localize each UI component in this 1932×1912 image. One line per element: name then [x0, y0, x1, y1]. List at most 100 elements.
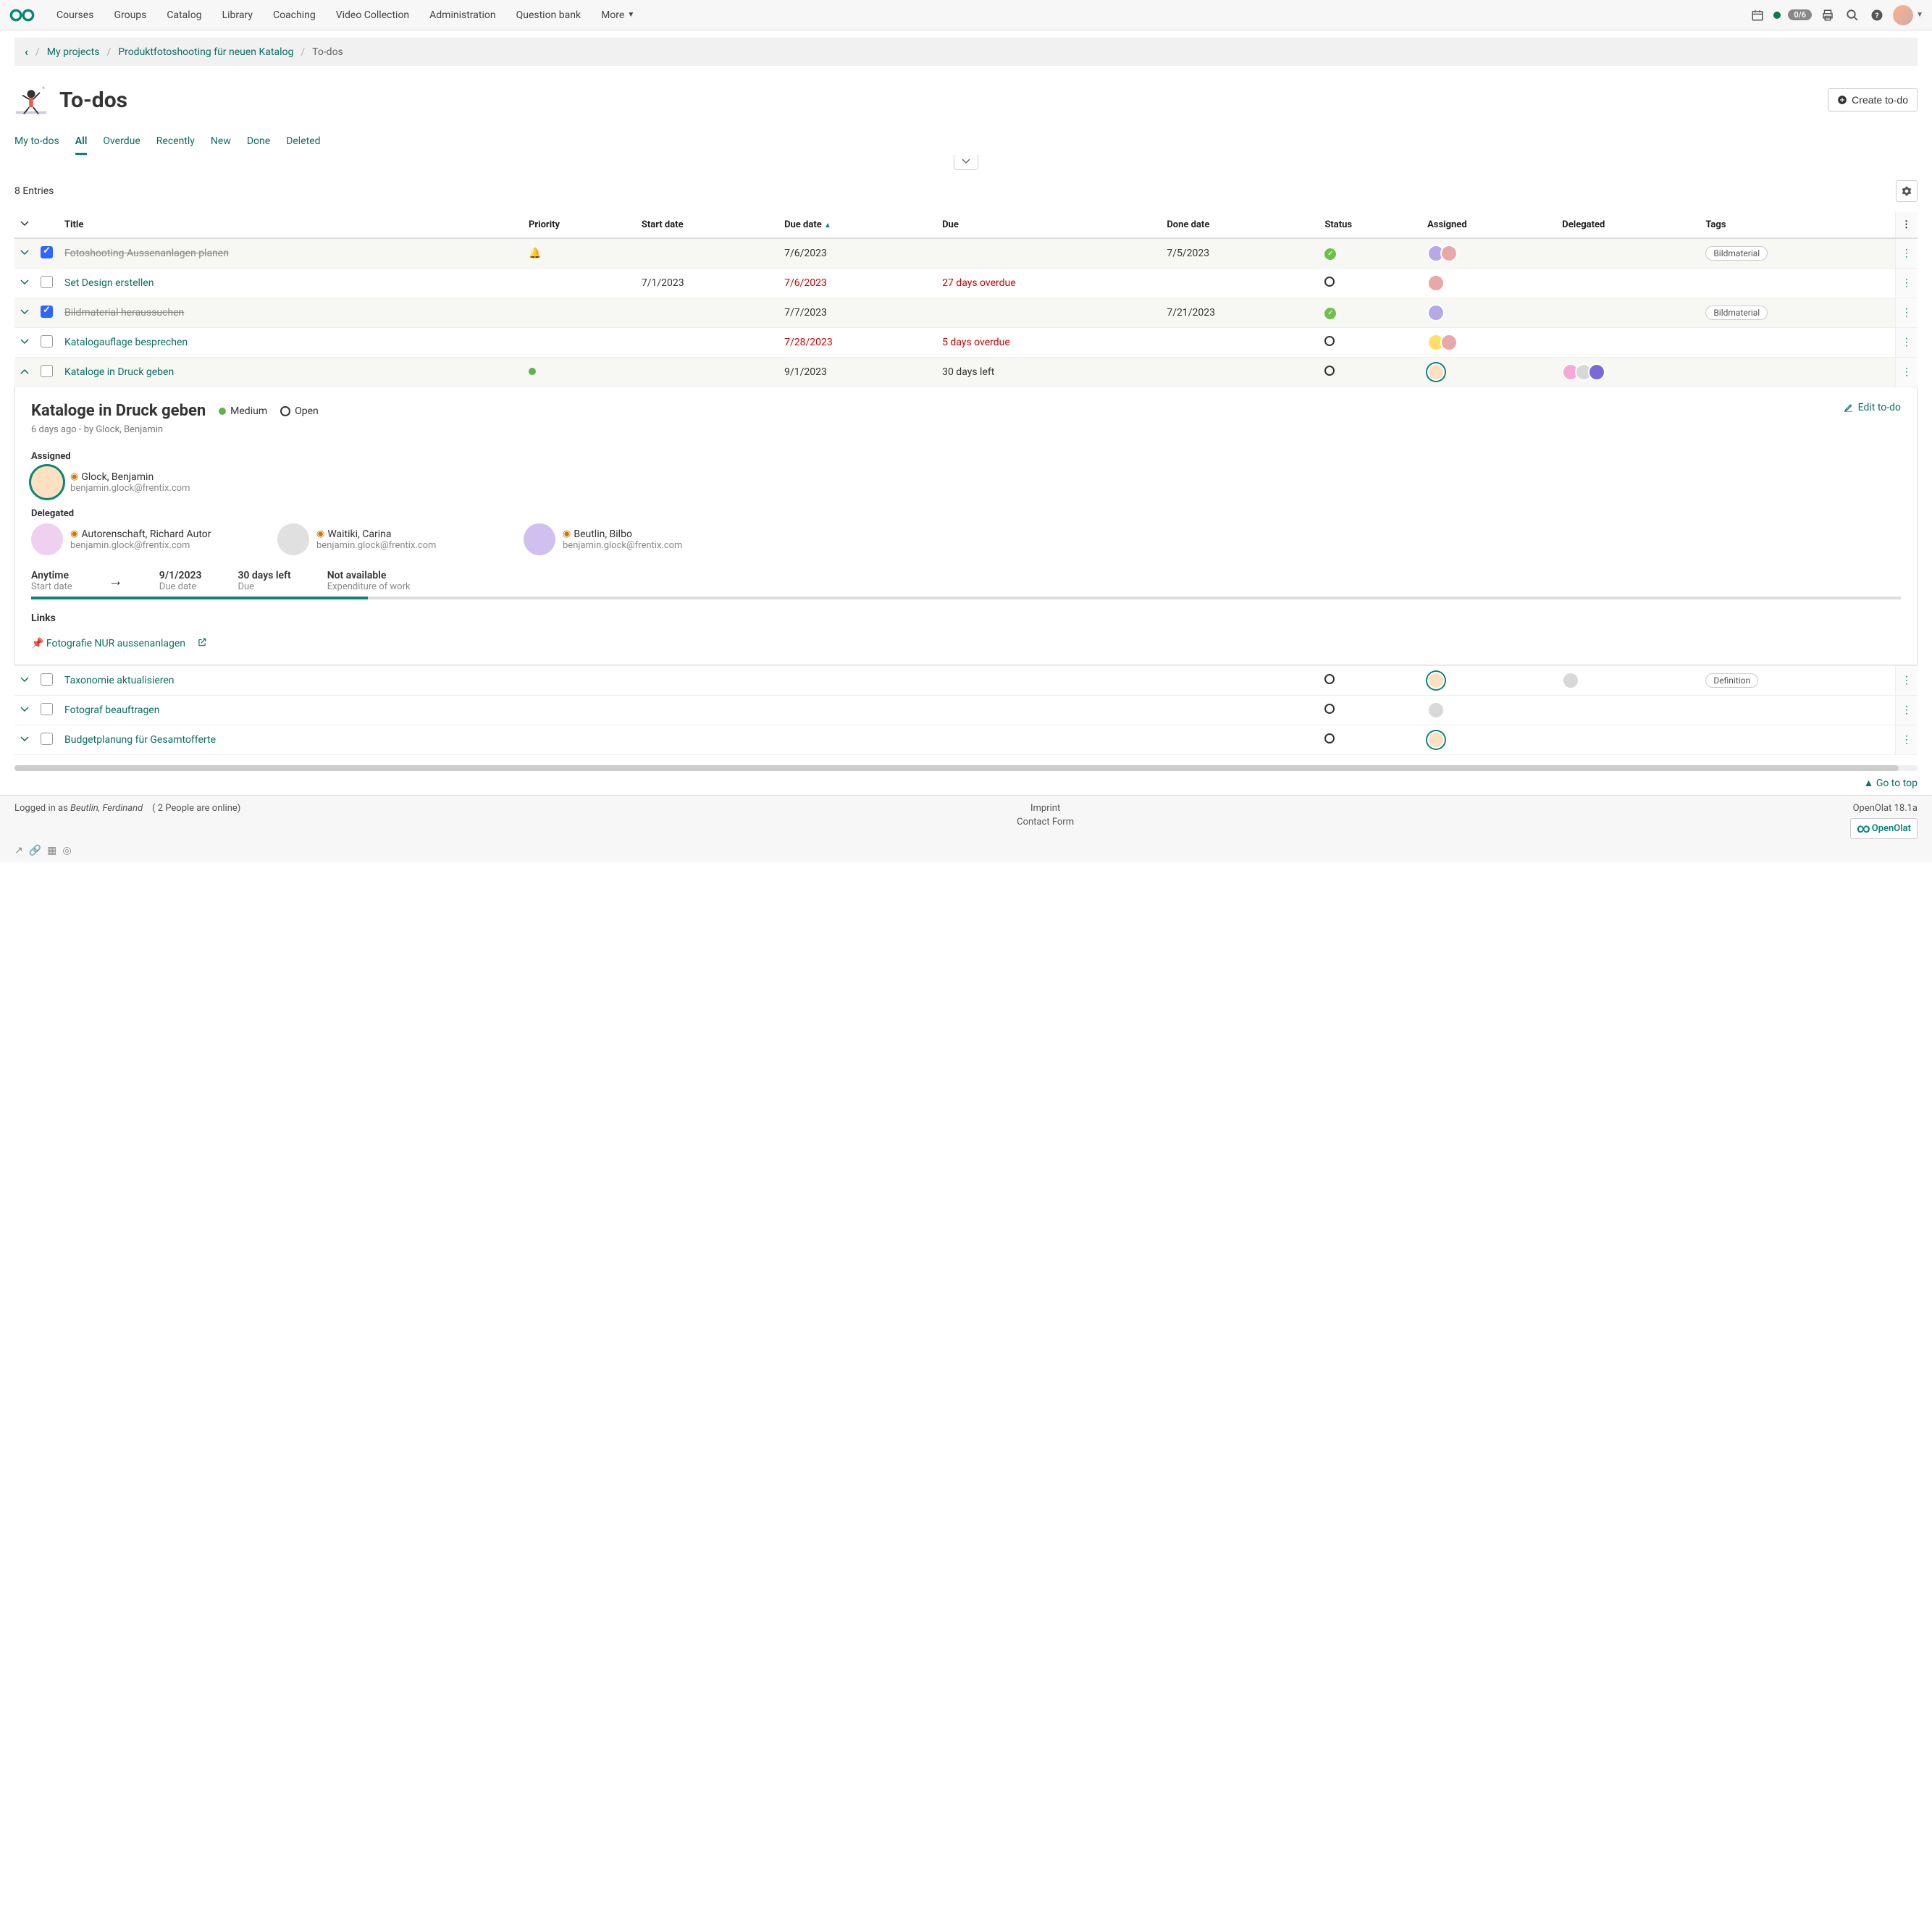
openolat-badge[interactable]: ∞ OpenOlat — [1850, 818, 1918, 839]
row-delegated — [1556, 666, 1700, 696]
row-title-link[interactable]: Taxonomie aktualisieren — [64, 675, 175, 686]
tab-done[interactable]: Done — [247, 130, 270, 155]
breadcrumb-link-0[interactable]: My projects — [47, 46, 100, 58]
qr-icon[interactable]: ▦ — [47, 845, 56, 856]
tab-deleted[interactable]: Deleted — [286, 130, 320, 155]
expand-toggle-button[interactable] — [954, 155, 978, 170]
status-open-icon — [1324, 674, 1335, 684]
col-actions[interactable]: ⋮ — [1896, 212, 1918, 238]
search-icon[interactable] — [1844, 7, 1861, 24]
row-actions[interactable]: ⋮ — [1896, 358, 1918, 387]
edit-todo-link[interactable]: Edit to-do — [1844, 402, 1901, 413]
row-assigned — [1421, 666, 1556, 696]
col-due[interactable]: Due — [936, 212, 1161, 238]
share-icon[interactable]: ↗ — [14, 845, 23, 856]
row-title-link[interactable]: Kataloge in Druck geben — [64, 366, 174, 378]
row-expand[interactable] — [14, 358, 35, 387]
row-expand[interactable] — [14, 666, 35, 696]
row-title-link[interactable]: Katalogauflage besprechen — [64, 337, 188, 348]
row-checkbox[interactable] — [41, 365, 53, 377]
row-expand[interactable] — [14, 328, 35, 358]
status-done-icon: ✓ — [1324, 308, 1336, 319]
progress-bar — [31, 597, 1901, 599]
tab-new[interactable]: New — [211, 130, 231, 155]
imprint-link[interactable]: Imprint — [1030, 803, 1060, 814]
nav-item-question-bank[interactable]: Question bank — [506, 0, 591, 30]
contact-link[interactable]: Contact Form — [1017, 817, 1074, 827]
calendar-icon[interactable] — [1749, 7, 1766, 24]
row-actions[interactable]: ⋮ — [1896, 666, 1918, 696]
row-checkbox[interactable] — [41, 733, 53, 745]
row-checkbox-cell — [35, 666, 59, 696]
row-title-link[interactable]: Fotograf beauftragen — [64, 704, 159, 716]
row-title-link[interactable]: Set Design erstellen — [64, 277, 154, 289]
tab-all[interactable]: All — [75, 130, 88, 155]
row-expand[interactable] — [14, 298, 35, 328]
detail-title: Kataloge in Druck geben — [31, 402, 206, 420]
col-duedate[interactable]: Due date ▲ — [778, 212, 936, 238]
col-donedate[interactable]: Done date — [1161, 212, 1319, 238]
print-icon[interactable] — [1819, 7, 1836, 24]
row-expand[interactable] — [14, 696, 35, 725]
nav-item-library[interactable]: Library — [212, 0, 263, 30]
row-checkbox[interactable] — [41, 673, 53, 686]
row-expand[interactable] — [14, 238, 35, 269]
nav-item-catalog[interactable]: Catalog — [156, 0, 211, 30]
create-todo-button[interactable]: Create to-do — [1828, 88, 1918, 111]
logged-in-user[interactable]: Beutlin, Ferdinand — [70, 803, 143, 814]
row-donedate — [1161, 269, 1319, 298]
delegated-label: Delegated — [31, 508, 1901, 519]
col-status[interactable]: Status — [1319, 212, 1421, 238]
row-checkbox[interactable] — [41, 276, 53, 288]
go-to-top[interactable]: ▲ Go to top — [0, 771, 1932, 795]
row-title-link[interactable]: Fotoshooting Aussenanlagen planen — [64, 248, 229, 259]
row-actions[interactable]: ⋮ — [1896, 696, 1918, 725]
tab-recently[interactable]: Recently — [156, 130, 195, 155]
row-title-link[interactable]: Budgetplanung für Gesamtofferte — [64, 734, 216, 746]
row-actions[interactable]: ⋮ — [1896, 725, 1918, 755]
target-icon[interactable]: ◎ — [62, 845, 71, 856]
row-actions[interactable]: ⋮ — [1896, 298, 1918, 328]
tab-my-to-dos[interactable]: My to-dos — [14, 130, 59, 155]
scrollbar-thumb[interactable] — [14, 765, 1899, 771]
nav-item-courses[interactable]: Courses — [46, 0, 104, 30]
link-icon[interactable]: 🔗 — [29, 845, 41, 856]
external-link-icon[interactable] — [197, 637, 207, 650]
nav-item-video-collection[interactable]: Video Collection — [326, 0, 419, 30]
row-actions[interactable]: ⋮ — [1896, 269, 1918, 298]
col-priority[interactable]: Priority — [523, 212, 636, 238]
logo[interactable] — [9, 7, 39, 23]
nav-item-coaching[interactable]: Coaching — [263, 0, 326, 30]
col-title[interactable]: Title — [59, 212, 523, 238]
col-delegated[interactable]: Delegated — [1556, 212, 1700, 238]
col-tags[interactable]: Tags — [1700, 212, 1895, 238]
svg-text:?: ? — [1875, 10, 1878, 20]
row-status — [1319, 666, 1421, 696]
breadcrumb-back-icon[interactable]: ‹ — [25, 45, 28, 59]
counter-pill[interactable]: 0/6 — [1788, 9, 1812, 20]
nav-more[interactable]: More ▼ — [591, 0, 644, 30]
horizontal-scrollbar[interactable] — [14, 765, 1918, 771]
row-expand[interactable] — [14, 269, 35, 298]
row-actions[interactable]: ⋮ — [1896, 238, 1918, 269]
col-expand[interactable] — [14, 212, 35, 238]
nav-item-administration[interactable]: Administration — [419, 0, 505, 30]
col-assigned[interactable]: Assigned — [1421, 212, 1556, 238]
row-assigned — [1421, 298, 1556, 328]
row-checkbox[interactable] — [41, 306, 53, 318]
row-actions[interactable]: ⋮ — [1896, 328, 1918, 358]
table-settings-button[interactable] — [1896, 180, 1918, 202]
tab-overdue[interactable]: Overdue — [103, 130, 140, 155]
row-checkbox[interactable] — [41, 246, 53, 258]
col-startdate[interactable]: Start date — [636, 212, 778, 238]
breadcrumb-link-1[interactable]: Produktfotoshooting für neuen Katalog — [118, 46, 293, 58]
user-menu[interactable]: ▼ — [1893, 5, 1923, 25]
linked-item[interactable]: 📌 Fotografie NUR aussenanlagen — [31, 638, 185, 649]
nav-item-groups[interactable]: Groups — [104, 0, 156, 30]
row-checkbox[interactable] — [41, 703, 53, 715]
row-title-link[interactable]: Bildmaterial heraussuchen — [64, 307, 184, 319]
row-expand[interactable] — [14, 725, 35, 755]
help-icon[interactable]: ? — [1868, 7, 1886, 24]
row-duedate: 9/1/2023 — [778, 358, 936, 387]
row-checkbox[interactable] — [41, 335, 53, 348]
